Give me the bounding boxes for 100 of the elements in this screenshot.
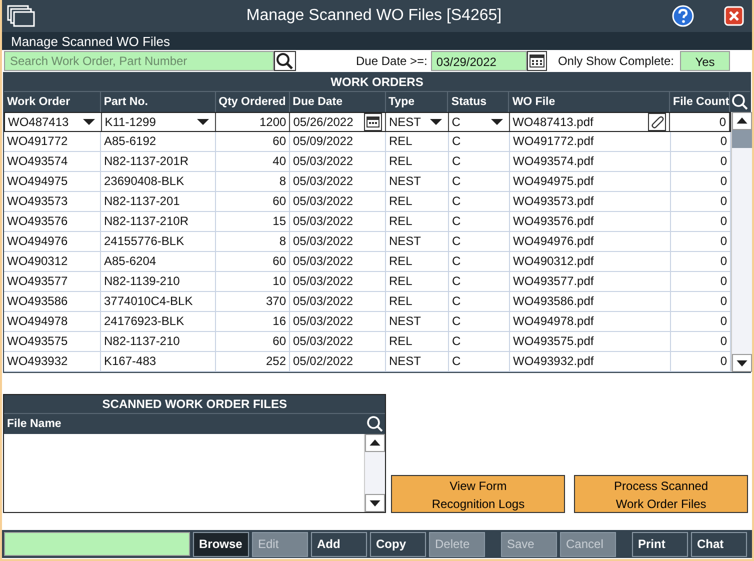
search-icon[interactable] <box>731 93 750 111</box>
table-cell-text: WO494976 <box>7 233 69 250</box>
table-cell-text: NEST <box>389 353 422 370</box>
action-button[interactable]: View Form Recognition Logs <box>391 475 566 513</box>
calendar-icon[interactable] <box>364 113 382 131</box>
table-cell-text: 0 <box>718 114 726 130</box>
window-title: Manage Scanned WO Files [S4265] <box>245 7 503 25</box>
table-cell-text: WO493573 <box>7 193 69 210</box>
column-header[interactable]: Work Order <box>4 92 101 112</box>
column-header[interactable]: WO File <box>509 92 670 112</box>
search-field[interactable]: Search Work Order, Part Number <box>4 51 274 71</box>
table-cell-text: 0 <box>719 313 727 330</box>
table-cell-text: N82-1137-210 <box>104 333 181 350</box>
table-cell-text: N82-1137-201 <box>104 193 181 210</box>
scroll-thumb[interactable] <box>732 130 752 148</box>
table-cell-text: C <box>452 233 462 250</box>
table-cell-text: REL <box>389 333 414 350</box>
table-cell-text: 370 <box>264 293 286 310</box>
windows-icon[interactable] <box>6 4 36 28</box>
action-button[interactable]: Process Scanned Work Order Files <box>574 475 748 513</box>
table-cell-text: WO493586.pdf <box>513 293 595 310</box>
column-header[interactable]: Status <box>448 92 510 112</box>
table-cell-text: 60 <box>272 253 286 270</box>
table-cell-text: WO491772.pdf <box>513 133 595 150</box>
toolbar-button[interactable]: Browse <box>193 532 249 556</box>
scroll-up-icon[interactable] <box>732 112 752 130</box>
table-cell-text: WO494975.pdf <box>513 173 595 190</box>
table-cell-text: C <box>452 213 462 230</box>
column-header[interactable]: Part No. <box>100 92 216 112</box>
search-icon[interactable] <box>366 415 384 433</box>
only-show-complete-label: Only Show Complete: <box>558 54 674 68</box>
table-cell-text: 8 <box>278 173 286 190</box>
table-cell-text: 05/03/2022 <box>293 253 354 270</box>
table-cell-text: 24176923-BLK <box>104 313 186 330</box>
table-cell-text: 05/03/2022 <box>293 173 354 190</box>
toolbar-button[interactable]: Chat <box>691 532 747 556</box>
table-cell-text: C <box>452 173 462 190</box>
scroll-down-icon[interactable] <box>732 354 752 372</box>
table-cell-text: REL <box>389 193 414 210</box>
editing-row[interactable]: WO487413 K11-1299 1200 05/26/2022 NEST C WO487413.pdf 0 <box>4 112 731 132</box>
table-cell-text: C <box>452 273 462 290</box>
table-cell-text: WO493932 <box>7 353 69 370</box>
only-show-complete-field[interactable]: Yes <box>680 51 730 71</box>
table-cell-text: 0 <box>719 273 727 290</box>
table-cell-text: 0 <box>719 173 727 190</box>
page-heading: Manage Scanned WO Files <box>11 34 170 48</box>
scroll-up-icon[interactable] <box>365 434 386 452</box>
table-cell-text: 05/03/2022 <box>293 233 354 250</box>
help-icon[interactable] <box>672 5 694 27</box>
table-cell-text: C <box>452 133 462 150</box>
table-cell-text: 1200 <box>258 114 286 130</box>
table-cell-text: C <box>452 253 462 270</box>
due-date-field[interactable]: 03/29/2022 <box>431 51 528 71</box>
column-header[interactable]: Type <box>386 92 448 112</box>
toolbar-button[interactable]: Add <box>311 532 367 556</box>
table-cell-text: WO490312.pdf <box>513 253 595 270</box>
table-cell-text: WO493575.pdf <box>513 333 595 350</box>
table-cell-text: K11-1299 <box>104 114 157 130</box>
close-icon[interactable] <box>724 6 744 26</box>
input-field[interactable] <box>4 532 190 556</box>
table-cell-text: 05/03/2022 <box>293 273 354 290</box>
toolbar-button[interactable]: Copy <box>370 532 426 556</box>
table-cell-text: 0 <box>719 293 727 310</box>
table-cell-text: 0 <box>719 253 727 270</box>
scroll-down-icon[interactable] <box>365 494 386 512</box>
table-cell-text: WO493576.pdf <box>513 213 595 230</box>
table-cell-text: C <box>452 293 462 310</box>
search-icon[interactable] <box>274 51 296 71</box>
table-cell-text: 05/03/2022 <box>293 313 354 330</box>
table-cell-text: N82-1137-201R <box>104 153 190 170</box>
table-cell-text: WO494976.pdf <box>513 233 595 250</box>
table-cell-text: REL <box>389 293 414 310</box>
column-header[interactable]: File Count <box>670 92 730 112</box>
table-cell-text: NEST <box>389 313 422 330</box>
table-cell-text: C <box>452 333 462 350</box>
table-cell-text: 05/03/2022 <box>293 293 354 310</box>
column-header[interactable]: Qty Ordered <box>216 92 290 112</box>
section-header: SCANNED WORK ORDER FILES <box>4 395 386 414</box>
table-cell-text: 0 <box>719 213 727 230</box>
table-cell-text: N82-1137-210R <box>104 213 190 230</box>
table-cell-text: 24155776-BLK <box>104 233 186 250</box>
table-cell-text: A85-6204 <box>104 253 158 270</box>
table-cell-text: 0 <box>719 353 727 370</box>
table-cell-text: 0 <box>719 233 727 250</box>
column-header[interactable]: Due Date <box>290 92 386 112</box>
table-cell-text: 05/03/2022 <box>293 153 354 170</box>
table-cell-text: 0 <box>719 153 727 170</box>
calendar-icon[interactable] <box>527 51 548 71</box>
table-cell-text: NEST <box>389 233 422 250</box>
table-cell-text: WO487413.pdf <box>512 114 594 130</box>
toolbar-button[interactable]: Print <box>632 532 688 556</box>
table-cell-text: 60 <box>272 193 286 210</box>
table-cell-text: 10 <box>272 273 286 290</box>
section-header: WORK ORDERS <box>4 73 750 92</box>
paperclip-icon[interactable] <box>648 113 666 131</box>
table-cell-text: WO493586 <box>7 293 69 310</box>
table-cell-text: 0 <box>719 133 727 150</box>
table-cell-text: 05/26/2022 <box>293 114 354 130</box>
table-cell-text: 252 <box>264 353 286 370</box>
table-cell-text: 05/03/2022 <box>293 213 354 230</box>
